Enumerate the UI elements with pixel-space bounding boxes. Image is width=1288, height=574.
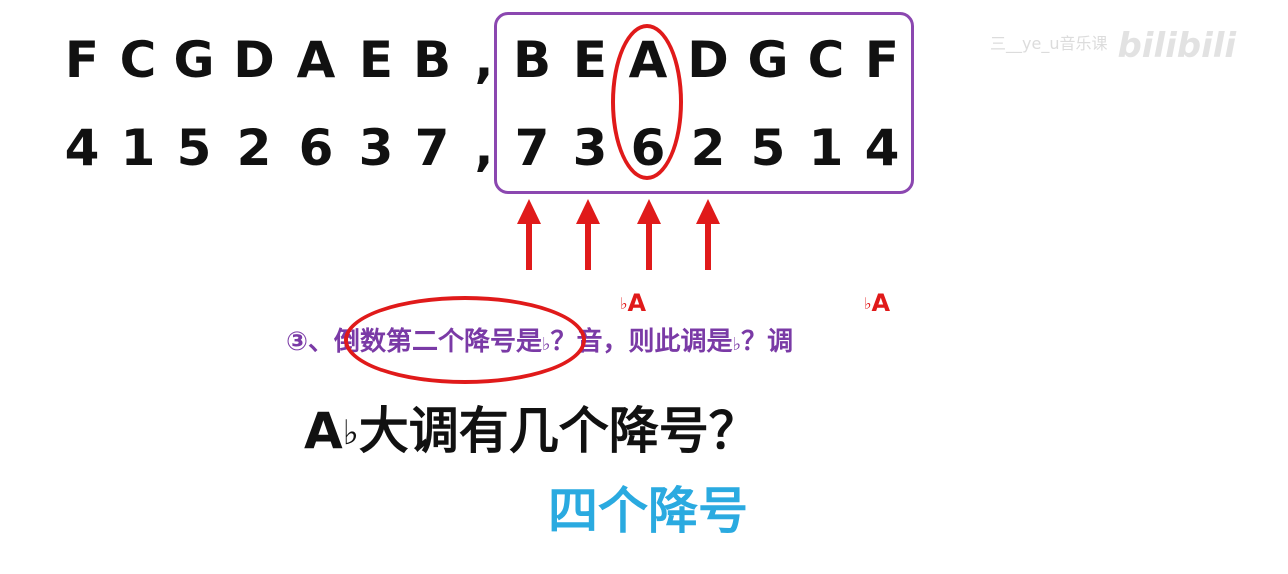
circle-highlight-phrase — [344, 296, 586, 384]
note-letter: A — [871, 289, 891, 317]
rule-part4: ？调 — [741, 327, 794, 357]
bilibili-logo: bilibili — [1117, 26, 1237, 66]
up-arrow-icon — [576, 199, 600, 270]
up-arrow-icon — [696, 199, 720, 270]
flat-a-annotation: ♭A — [620, 288, 646, 319]
flat-sign: ♭ — [864, 294, 872, 313]
flat-a-annotation: ♭A — [864, 288, 890, 319]
answer-text: 四个降号 — [548, 482, 748, 540]
flat-sign: ♭ — [342, 413, 359, 453]
question-text: A♭大调有几个降号？ — [304, 398, 759, 466]
up-arrow-icon — [637, 199, 661, 270]
note-letter: A — [627, 289, 647, 317]
question-body: 大调有几个降号？ — [358, 402, 759, 460]
up-arrow-icon — [517, 199, 541, 270]
rule-prefix: ③、 — [286, 327, 335, 357]
watermark-user: 三__ye_u音乐课 — [990, 34, 1108, 53]
flat-sign: ♭ — [620, 294, 628, 313]
question-note: A — [304, 402, 343, 460]
flat-sign: ♭ — [732, 334, 742, 355]
watermark: 三__ye_u音乐课 bilibili — [990, 26, 1236, 66]
